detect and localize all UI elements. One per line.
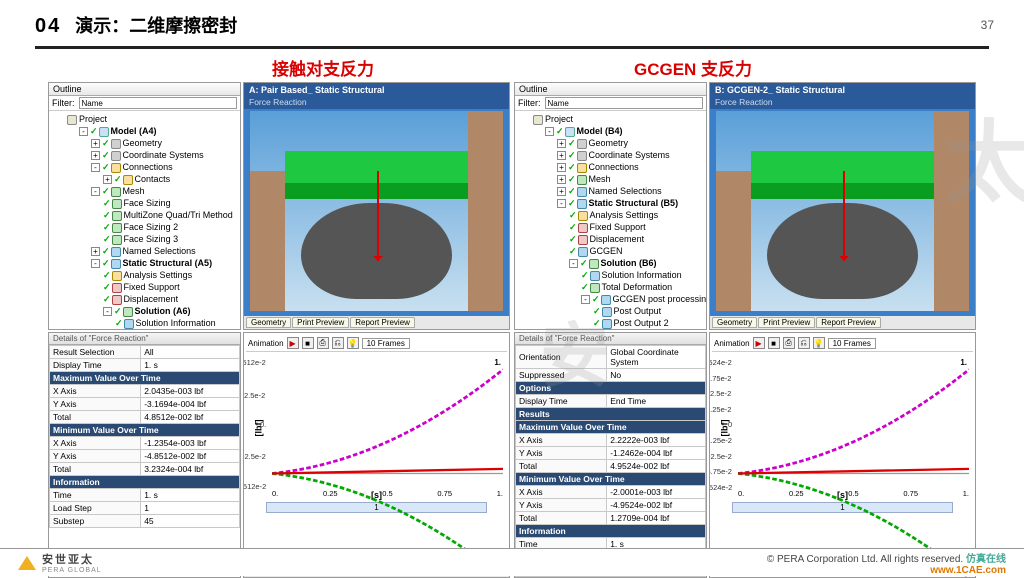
scene — [250, 111, 503, 311]
model-tree[interactable]: Project -✓Model (A4) +✓Geometry +✓Coordi… — [49, 111, 240, 330]
details-panel-right: Details of "Force Reaction" OrientationG… — [514, 332, 707, 578]
force-arrow-icon — [843, 171, 845, 261]
watermark-text-1: 仿真在线 — [966, 554, 1006, 565]
mesh-item-icon — [112, 199, 122, 209]
displacement-icon — [578, 235, 588, 245]
model-icon — [565, 127, 575, 137]
graph-panel-right: Animation ▶ ■ ⎙ ⎌ 💡 10 Frames [lbf] 1. 4… — [709, 332, 976, 578]
outline-title: Outline — [49, 83, 240, 96]
viewport-left[interactable]: A: Pair Based_ Static Structural Force R… — [243, 82, 510, 330]
model-tree-right[interactable]: Project -✓Model (B4) +✓Geometry +✓Coordi… — [515, 111, 706, 330]
display-time[interactable]: 1. s — [141, 359, 240, 372]
mesh-icon — [577, 175, 587, 185]
project-icon — [67, 115, 77, 125]
animation-label: Animation — [248, 339, 284, 348]
tab-print-preview[interactable]: Print Preview — [758, 317, 815, 328]
viewport-subtitle: Force Reaction — [244, 97, 509, 109]
viewport-tabs[interactable]: Geometry Print Preview Report Preview — [710, 316, 975, 329]
graph-panel-left: Animation ▶ ■ ⎙ ⎌ 💡 10 Frames [lbf] 1. 4… — [243, 332, 510, 578]
tab-geometry[interactable]: Geometry — [712, 317, 757, 328]
frame-button-2[interactable]: ⎌ — [332, 337, 344, 349]
brand-sub: PERA GLOBAL — [42, 567, 102, 574]
gcgen-post-icon — [601, 295, 611, 305]
coord-icon — [577, 151, 587, 161]
deform-icon — [590, 283, 600, 293]
play-button[interactable]: ▶ — [287, 337, 299, 349]
chart-left[interactable]: [lbf] 1. 4.8512e-2 2.5e-2 0. -2.5e-2 -4.… — [272, 358, 503, 488]
copyright: © PERA Corporation Ltd. All rights reser… — [767, 554, 963, 565]
coord-icon — [111, 151, 121, 161]
details-panel-left: Details of "Force Reaction" Result Selec… — [48, 332, 241, 578]
frame-button[interactable]: ⎙ — [317, 337, 329, 349]
tab-print-preview[interactable]: Print Preview — [292, 317, 349, 328]
mesh-icon — [111, 187, 121, 197]
mesh-item-icon — [112, 235, 122, 245]
viewport-title: A: Pair Based_ Static Structural — [244, 83, 509, 97]
section-number: 04 — [35, 15, 61, 38]
suppressed-field[interactable]: No — [607, 369, 706, 382]
header-rule — [35, 46, 989, 49]
geometry-icon — [111, 139, 121, 149]
tab-report-preview[interactable]: Report Preview — [816, 317, 881, 328]
bulb-icon[interactable]: 💡 — [813, 337, 825, 349]
mesh-item-icon — [112, 223, 122, 233]
contacts-icon — [123, 175, 133, 185]
settings-icon — [578, 211, 588, 221]
brand-name: 安世亚太 — [42, 551, 102, 567]
stop-button[interactable]: ■ — [768, 337, 780, 349]
outline-panel-right: Outline Filter: Project -✓Model (B4) +✓G… — [514, 82, 707, 330]
solinfo-icon — [124, 319, 134, 329]
filter-input[interactable] — [545, 97, 704, 109]
named-icon — [577, 187, 587, 197]
page-number: 37 — [981, 18, 994, 32]
outline-panel-left: Outline Filter: Project -✓Model (A4) +✓G… — [48, 82, 241, 330]
viewport-tabs[interactable]: Geometry Print Preview Report Preview — [244, 316, 509, 329]
play-button[interactable]: ▶ — [753, 337, 765, 349]
stop-button[interactable]: ■ — [302, 337, 314, 349]
post-output-icon — [602, 307, 612, 317]
bulb-icon[interactable]: 💡 — [347, 337, 359, 349]
static-icon — [111, 259, 121, 269]
section-title: 演示：二维摩擦密封 — [75, 12, 237, 38]
model-icon — [99, 127, 109, 137]
static-icon — [577, 199, 587, 209]
settings-icon — [112, 271, 122, 281]
viewport-right[interactable]: B: GCGEN-2_ Static Structural Force Reac… — [709, 82, 976, 330]
project-icon — [533, 115, 543, 125]
orientation-field[interactable]: Global Coordinate System — [607, 346, 706, 369]
named-icon — [111, 247, 121, 257]
tab-geometry[interactable]: Geometry — [246, 317, 291, 328]
frames-field[interactable]: 10 Frames — [362, 338, 410, 349]
solinfo-icon — [590, 271, 600, 281]
post-output-icon — [602, 319, 612, 329]
footer: 安世亚太 PERA GLOBAL © PERA Corporation Ltd.… — [0, 548, 1024, 576]
gcgen-icon — [578, 247, 588, 257]
support-icon — [112, 283, 122, 293]
logo-icon — [18, 556, 36, 570]
chart-right[interactable]: [lbf] 1. 4.9524e-2 3.75e-2 2.5e-2 1.25e-… — [738, 358, 969, 488]
expand-icon[interactable]: - — [79, 127, 88, 136]
solution-icon — [589, 259, 599, 269]
force-arrow-icon — [377, 171, 379, 261]
mesh-item-icon — [112, 211, 122, 221]
connections-icon — [111, 163, 121, 173]
scene — [716, 111, 969, 311]
geometry-icon — [577, 139, 587, 149]
result-selection[interactable]: All — [141, 346, 240, 359]
displacement-icon — [112, 295, 122, 305]
subtitle-right: GCGEN 支反力 — [634, 55, 752, 80]
filter-label: Filter: — [52, 98, 75, 108]
connections-icon — [577, 163, 587, 173]
solution-icon — [123, 307, 133, 317]
frames-field[interactable]: 10 Frames — [828, 338, 876, 349]
frame-button[interactable]: ⎙ — [783, 337, 795, 349]
subtitle-left: 接触对支反力 — [272, 55, 374, 80]
frame-button-2[interactable]: ⎌ — [798, 337, 810, 349]
filter-input[interactable] — [79, 97, 238, 109]
watermark-text-2: www.1CAE.com — [930, 565, 1006, 576]
support-icon — [578, 223, 588, 233]
details-title: Details of "Force Reaction" — [49, 333, 240, 345]
tab-report-preview[interactable]: Report Preview — [350, 317, 415, 328]
